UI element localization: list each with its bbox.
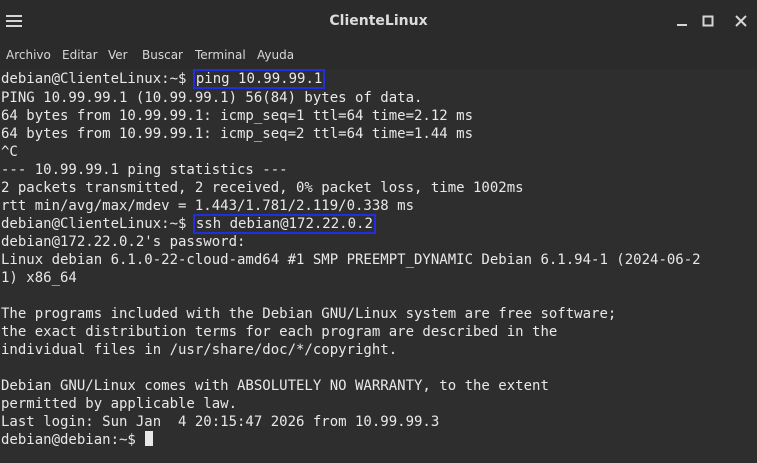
highlighted-command-ssh: ssh debian@172.22.0.2 — [192, 214, 376, 234]
terminal-line: ^C — [1, 144, 18, 160]
menu-archivo[interactable]: Archivo — [6, 48, 51, 62]
close-icon[interactable] — [732, 12, 750, 30]
terminal-line: debian@ClienteLinux:~$ ping 10.99.99.1 — [1, 69, 326, 89]
window-title: ClienteLinux — [329, 13, 428, 29]
terminal-line: PING 10.99.99.1 (10.99.99.1) 56(84) byte… — [1, 90, 423, 106]
shell-prompt: debian@debian:~$ — [1, 432, 145, 448]
menu-terminal[interactable]: Terminal — [195, 48, 246, 62]
terminal-line: debian@172.22.0.2's password: — [1, 234, 246, 250]
terminal-output[interactable]: debian@ClienteLinux:~$ ping 10.99.99.1 P… — [0, 69, 757, 463]
menu-bar: Archivo Editar Ver Buscar Terminal Ayuda — [0, 42, 757, 69]
terminal-line: rtt min/avg/max/mdev = 1.443/1.781/2.119… — [1, 198, 415, 214]
terminal-line: Last login: Sun Jan 4 20:15:47 2026 from… — [1, 414, 440, 430]
menu-buscar[interactable]: Buscar — [142, 48, 183, 62]
menu-editar[interactable]: Editar — [62, 48, 98, 62]
terminal-line: debian@debian:~$ — [1, 431, 154, 449]
shell-prompt: debian@ClienteLinux:~$ — [1, 216, 195, 232]
terminal-line: debian@ClienteLinux:~$ ssh debian@172.22… — [1, 214, 376, 234]
menu-ver[interactable]: Ver — [108, 48, 128, 62]
minimize-icon[interactable] — [673, 12, 691, 30]
terminal-window: ClienteLinux Archivo Editar Ver Buscar T… — [0, 0, 757, 463]
shell-prompt: debian@ClienteLinux:~$ — [1, 71, 195, 87]
terminal-line: 1) x86_64 — [1, 270, 77, 286]
terminal-line: Linux debian 6.1.0-22-cloud-amd64 #1 SMP… — [1, 252, 701, 268]
terminal-line: The programs included with the Debian GN… — [1, 306, 617, 322]
terminal-line: 64 bytes from 10.99.99.1: icmp_seq=1 ttl… — [1, 108, 474, 124]
highlighted-command-ping: ping 10.99.99.1 — [192, 69, 326, 89]
terminal-line: individual files in /usr/share/doc/*/cop… — [1, 342, 398, 358]
maximize-icon[interactable] — [699, 12, 717, 30]
terminal-line: 2 packets transmitted, 2 received, 0% pa… — [1, 180, 524, 196]
text-cursor — [145, 431, 154, 446]
terminal-line: Debian GNU/Linux comes with ABSOLUTELY N… — [1, 378, 549, 394]
menu-ayuda[interactable]: Ayuda — [257, 48, 294, 62]
terminal-line: the exact distribution terms for each pr… — [1, 324, 558, 340]
title-bar: ClienteLinux — [0, 0, 757, 42]
terminal-line: permitted by applicable law. — [1, 396, 238, 412]
terminal-line: 64 bytes from 10.99.99.1: icmp_seq=2 ttl… — [1, 126, 474, 142]
terminal-line: --- 10.99.99.1 ping statistics --- — [1, 162, 288, 178]
